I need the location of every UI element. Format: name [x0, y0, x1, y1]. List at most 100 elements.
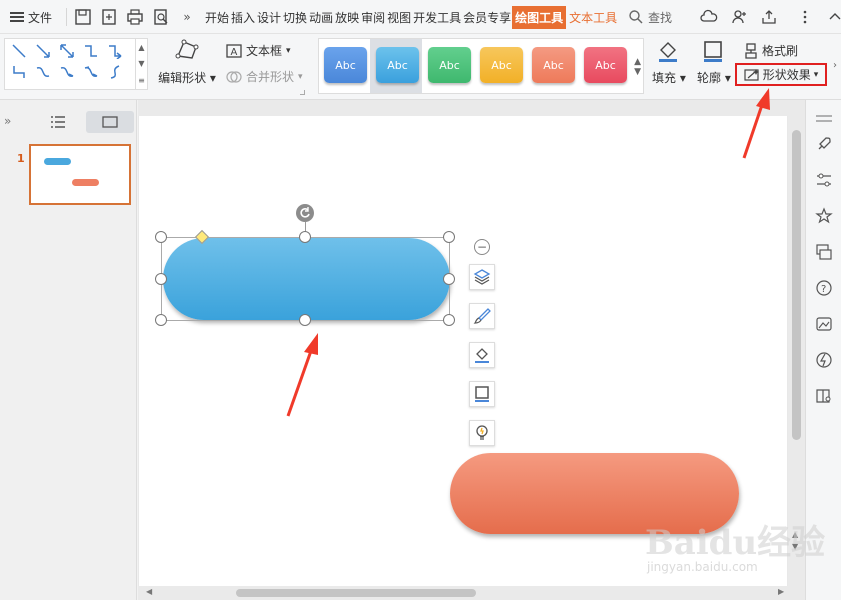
export-pdf-icon[interactable]	[100, 8, 118, 26]
slide-thumbnail[interactable]	[29, 144, 131, 205]
more-quick-icon[interactable]: »	[178, 8, 196, 26]
shape-effect-button[interactable]: 形状效果 ▾	[735, 63, 827, 86]
tab-review[interactable]: 审阅	[360, 9, 386, 26]
more-options-icon[interactable]	[796, 8, 814, 26]
slide-number: 1	[17, 152, 25, 165]
transition-icon[interactable]	[815, 243, 833, 261]
resize-handle-nw[interactable]	[155, 231, 167, 243]
outline-float-button[interactable]	[469, 381, 495, 407]
outline-button[interactable]: 轮廓 ▾	[697, 40, 731, 86]
help-icon[interactable]: ?	[815, 279, 833, 297]
book-read-icon[interactable]	[815, 387, 833, 405]
resize-handle-w[interactable]	[155, 273, 167, 285]
rounded-rectangle-orange[interactable]	[450, 453, 739, 534]
smart-suggest-button[interactable]	[469, 420, 495, 446]
sidebar-menu-icon[interactable]	[815, 110, 833, 128]
tab-text-tools[interactable]: 文本工具	[566, 9, 620, 26]
save-icon[interactable]	[74, 8, 92, 26]
scroll-down-arrow[interactable]: ▼	[792, 542, 798, 551]
horizontal-scrollbar[interactable]: ◀ ▶	[138, 586, 805, 600]
group-expander[interactable]	[300, 90, 305, 95]
style-brush-button[interactable]	[469, 303, 495, 329]
resize-handle-s[interactable]	[299, 314, 311, 326]
fill-float-button[interactable]	[469, 342, 495, 368]
style-swatch[interactable]: Abc	[480, 47, 523, 83]
resize-handle-n[interactable]	[299, 231, 311, 243]
line-icon[interactable]	[10, 42, 28, 60]
elbow-double-arrow-icon[interactable]	[10, 63, 28, 81]
tab-member[interactable]: 会员专享	[462, 9, 512, 26]
outline-label: 轮廓	[697, 71, 722, 85]
star-effects-icon[interactable]	[815, 207, 833, 225]
style-swatch[interactable]: Abc	[324, 47, 367, 83]
adjust-properties-icon[interactable]	[815, 171, 833, 189]
freeform-curve-icon[interactable]	[106, 63, 124, 81]
brush-icon	[473, 308, 491, 324]
style-swatch[interactable]: Abc	[584, 47, 627, 83]
elbow-arrow-connector-icon[interactable]	[106, 42, 124, 60]
gallery-scroll[interactable]: ▲ ▼ ≡	[135, 39, 147, 89]
print-icon[interactable]	[126, 8, 144, 26]
merge-shape-button[interactable]: 合并形状 ▾	[226, 68, 303, 85]
style-swatch[interactable]: Abc	[532, 47, 575, 83]
style-swatch[interactable]: Abc	[376, 47, 419, 83]
slide-thumbnail-icon	[102, 115, 118, 128]
image-tools-icon[interactable]	[815, 315, 833, 333]
share-icon[interactable]	[760, 8, 778, 26]
slide-canvas[interactable]: −	[139, 116, 787, 586]
expand-panel-icon[interactable]: »	[4, 114, 11, 128]
print-preview-icon[interactable]	[152, 8, 170, 26]
thumb-blue-shape	[44, 158, 71, 165]
tab-slideshow[interactable]: 放映	[334, 9, 360, 26]
rocket-icon[interactable]	[815, 135, 833, 153]
horizontal-scroll-thumb[interactable]	[236, 589, 476, 597]
tab-drawing-tools[interactable]: 绘图工具	[512, 5, 567, 29]
rotate-icon	[300, 207, 310, 218]
search-button[interactable]: 查找	[627, 0, 672, 34]
curved-arrow-connector-icon[interactable]	[58, 63, 76, 81]
file-menu-button[interactable]: 文件	[10, 0, 52, 34]
double-arrow-line-icon[interactable]	[58, 42, 76, 60]
tab-design[interactable]: 设计	[256, 9, 282, 26]
tab-developer[interactable]: 开发工具	[412, 9, 462, 26]
resize-handle-e[interactable]	[443, 273, 455, 285]
collapse-toolbar-icon[interactable]: −	[474, 239, 490, 255]
search-icon	[627, 8, 645, 26]
style-swatch[interactable]: Abc	[428, 47, 471, 83]
resize-handle-sw[interactable]	[155, 314, 167, 326]
paint-bucket-icon	[475, 348, 489, 363]
scroll-up-arrow[interactable]: ▲	[792, 530, 798, 539]
fill-button[interactable]: 填充 ▾	[652, 40, 686, 86]
add-user-icon[interactable]	[730, 8, 748, 26]
vertical-scrollbar[interactable]: ▲ ▼	[788, 100, 805, 586]
tab-transition[interactable]: 切换	[282, 9, 308, 26]
tab-insert[interactable]: 插入	[230, 9, 256, 26]
collapse-ribbon-icon[interactable]	[826, 8, 841, 26]
cloud-sync-icon[interactable]	[700, 8, 718, 26]
edit-shape-icon	[175, 39, 199, 59]
vertical-scroll-thumb[interactable]	[792, 130, 801, 440]
edit-shape-button[interactable]: 编辑形状 ▾	[157, 38, 217, 86]
format-painter-button[interactable]: 格式刷	[744, 42, 798, 59]
curved-double-arrow-icon[interactable]	[82, 63, 100, 81]
rotate-handle[interactable]	[296, 204, 314, 222]
resize-handle-se[interactable]	[443, 314, 455, 326]
tab-view[interactable]: 视图	[386, 9, 412, 26]
layers-button[interactable]	[469, 264, 495, 290]
scroll-left-arrow[interactable]: ◀	[146, 587, 152, 596]
scroll-right-arrow[interactable]: ▶	[778, 587, 784, 596]
curved-connector-icon[interactable]	[34, 63, 52, 81]
smart-beautify-icon[interactable]	[815, 351, 833, 369]
gallery-more-button[interactable]: ▲ ▼	[634, 57, 641, 77]
ribbon-scroll-right[interactable]: ›	[833, 60, 837, 71]
textbox-button[interactable]: A 文本框 ▾	[226, 42, 291, 59]
arrow-line-icon[interactable]	[34, 42, 52, 60]
resize-handle-ne[interactable]	[443, 231, 455, 243]
tab-home[interactable]: 开始	[204, 9, 230, 26]
outline-view-tab[interactable]	[50, 115, 66, 132]
slide-view-tab[interactable]	[86, 111, 134, 133]
top-gutter	[138, 100, 788, 116]
elbow-connector-icon[interactable]	[82, 42, 100, 60]
format-painter-label: 格式刷	[762, 44, 799, 58]
tab-animation[interactable]: 动画	[308, 9, 334, 26]
